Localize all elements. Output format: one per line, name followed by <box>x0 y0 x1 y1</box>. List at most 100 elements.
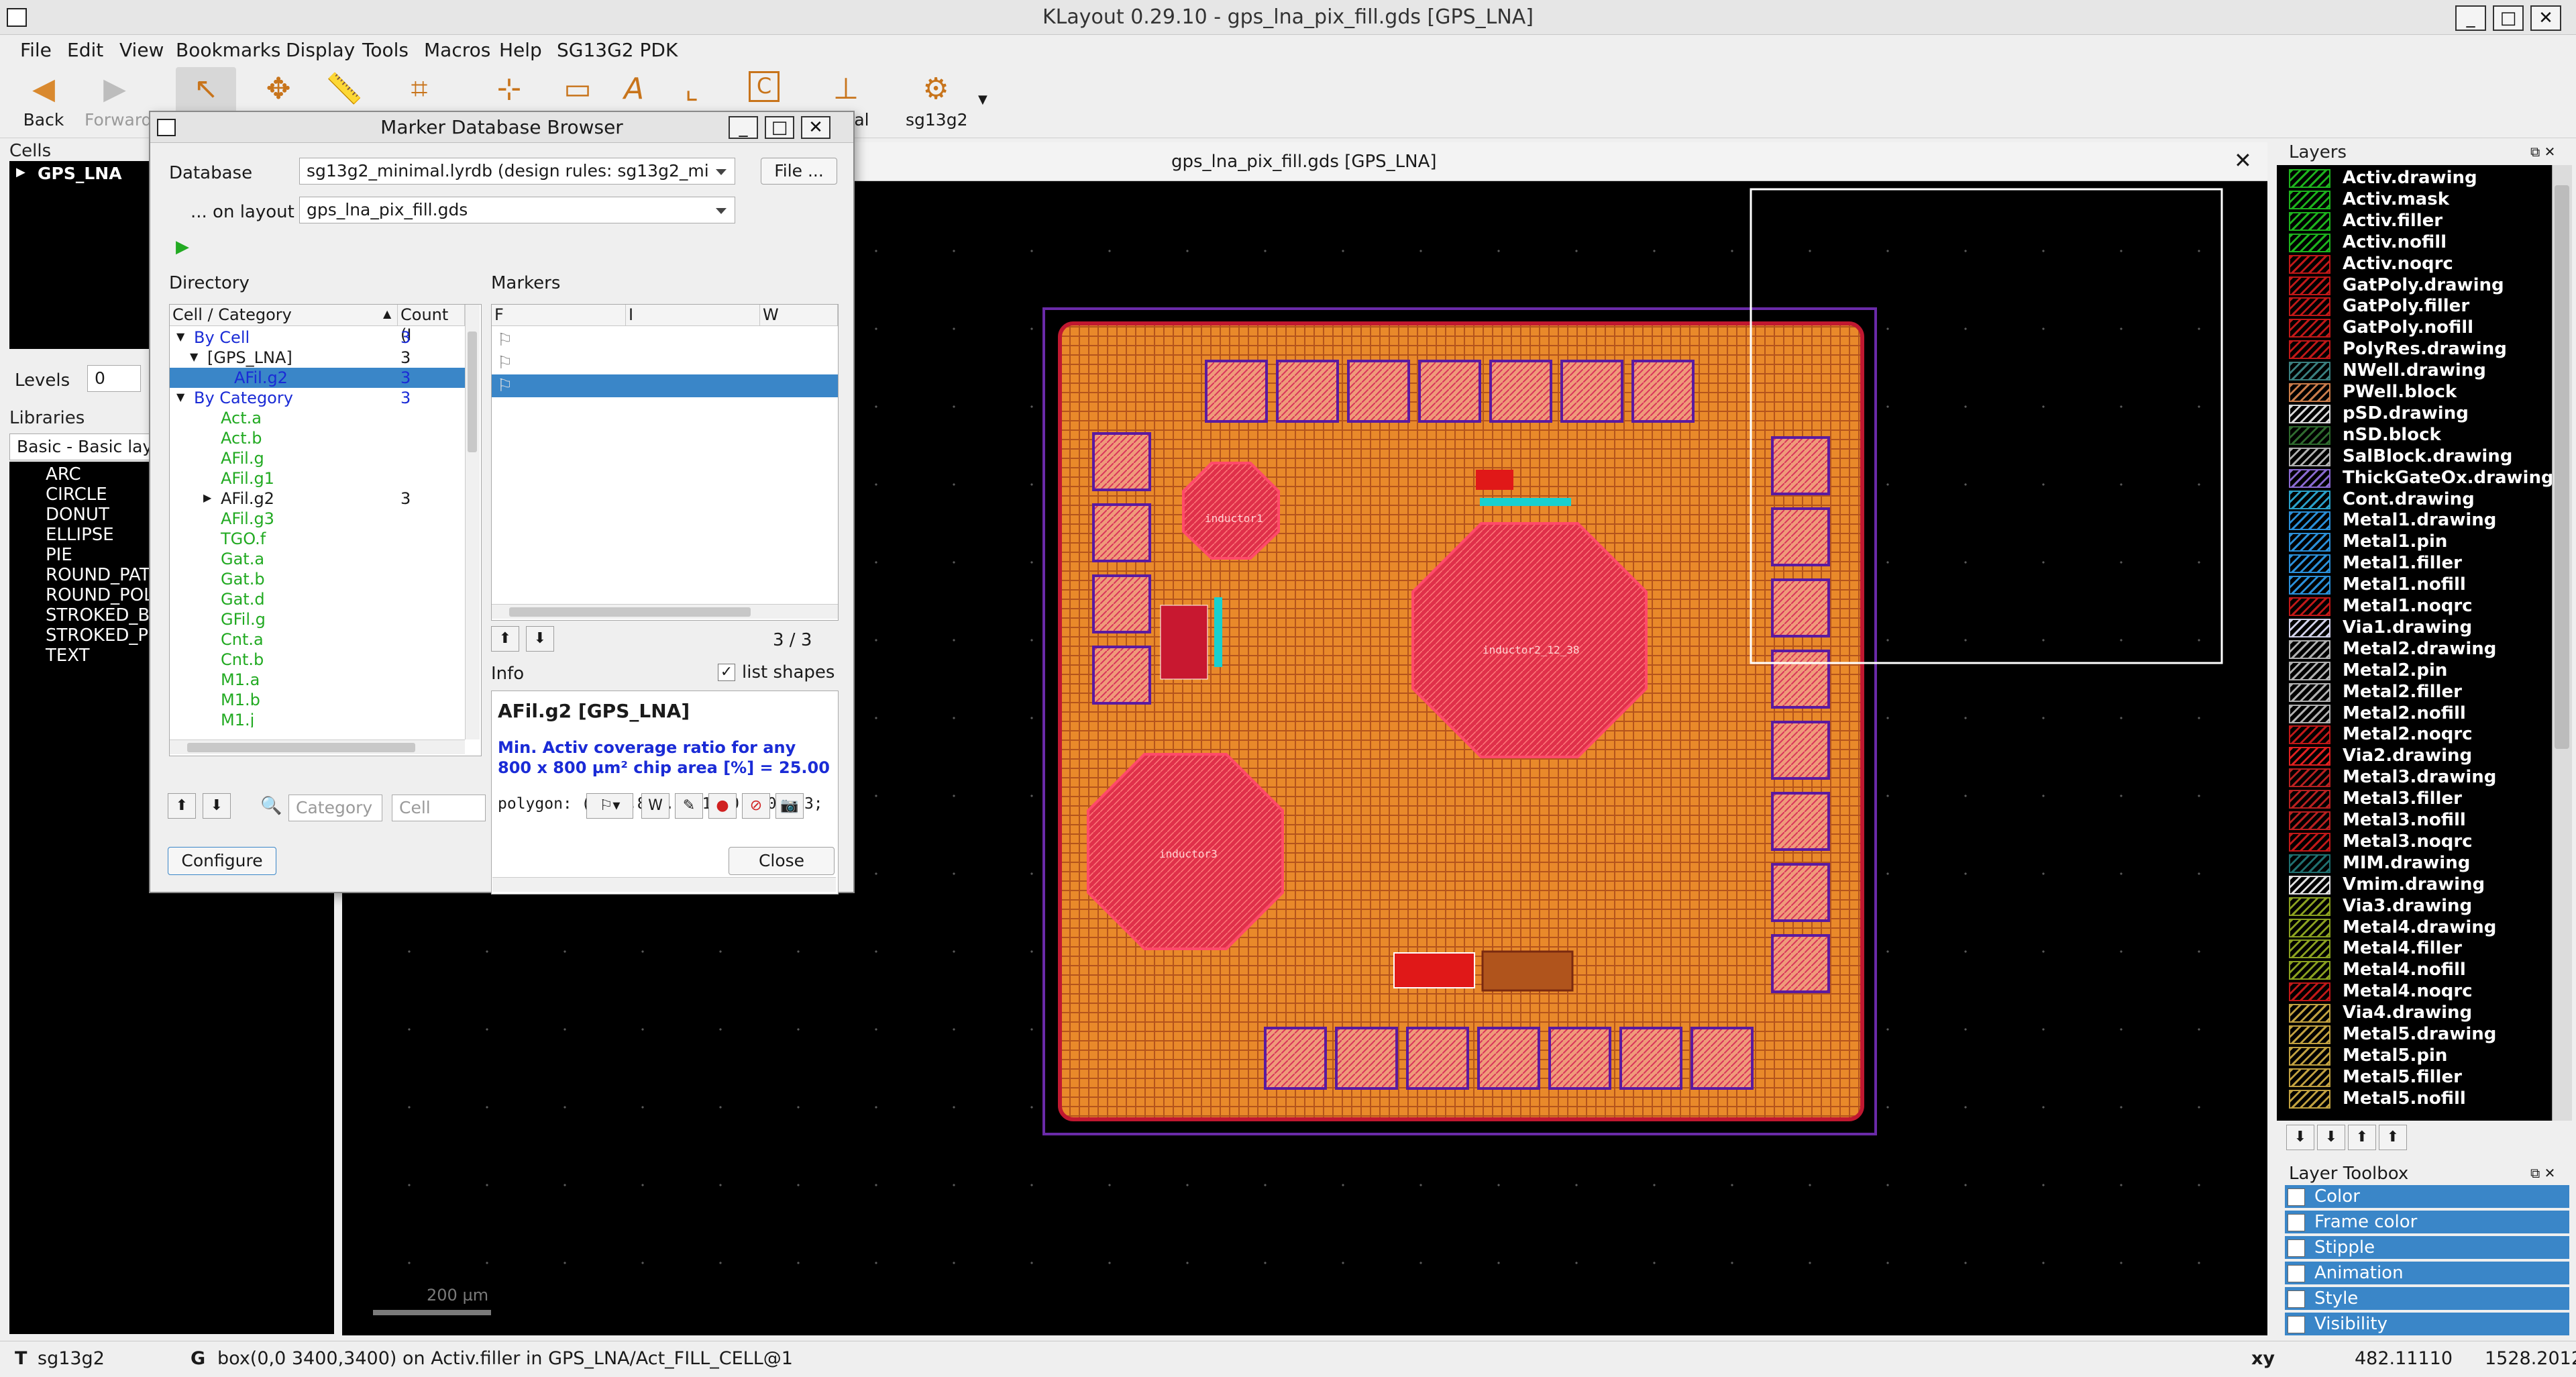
library-cell-item[interactable]: STROKED_PO <box>46 625 162 646</box>
tree-row[interactable]: M1.a <box>170 670 465 690</box>
dialog-maximize-button[interactable]: □ <box>765 116 794 139</box>
close-dialog-button[interactable]: Close <box>729 847 835 875</box>
cell-filter-input[interactable]: Cell <box>392 795 486 821</box>
menu-view[interactable]: View <box>119 39 164 61</box>
marker-row-selected[interactable]: ⚐ <box>492 374 838 397</box>
layer-row[interactable]: Via1.drawing <box>2277 617 2572 639</box>
layer-row[interactable]: Metal4.nofill <box>2277 960 2572 981</box>
markers-list[interactable]: F I W ⚐ ⚐ ⚐ <box>491 304 839 621</box>
toolbox-frame-color[interactable]: Frame color <box>2285 1211 2569 1233</box>
configure-button[interactable]: Configure <box>168 847 276 875</box>
toolbox-visibility[interactable]: Visibility <box>2285 1313 2569 1335</box>
menu-help[interactable]: Help <box>499 39 542 61</box>
flag-menu-icon[interactable]: ⚐▾ <box>586 793 633 819</box>
layer-row[interactable]: Metal5.nofill <box>2277 1088 2572 1110</box>
layer-row[interactable]: Activ.nofill <box>2277 232 2572 254</box>
hide-icon[interactable]: ⊘ <box>742 793 770 819</box>
library-cell-item[interactable]: STROKED_BO <box>46 605 163 625</box>
back-button[interactable]: ◀ Back <box>13 67 74 134</box>
layer-row[interactable]: Metal2.filler <box>2277 682 2572 703</box>
layout-select[interactable]: gps_lna_pix_fill.gds <box>299 197 735 223</box>
tree-row[interactable]: Act.a <box>170 408 465 428</box>
layer-row[interactable]: Activ.noqrc <box>2277 254 2572 275</box>
toolbox-float-icon[interactable]: ⧉ ✕ <box>2530 1165 2555 1181</box>
layer-row[interactable]: Activ.mask <box>2277 189 2572 211</box>
directory-tree[interactable]: Cell / Category ▲ Count (I ▼ By Cell 3 ▼ [GP… <box>169 304 482 756</box>
tree-row[interactable]: M1.j <box>170 710 465 727</box>
layer-row[interactable]: Metal4.filler <box>2277 938 2572 960</box>
marker-row[interactable]: ⚐ <box>492 352 838 374</box>
tree-row[interactable]: ▼ By Cell 3 <box>170 327 465 348</box>
layer-row[interactable]: PolyRes.drawing <box>2277 339 2572 360</box>
tree-row[interactable]: AFil.g <box>170 448 465 468</box>
layer-row[interactable]: Metal2.drawing <box>2277 639 2572 660</box>
expanded-arrow-icon[interactable]: ▼ <box>190 350 198 363</box>
layer-row[interactable]: Metal1.nofill <box>2277 574 2572 596</box>
layer-row[interactable]: Metal3.drawing <box>2277 767 2572 788</box>
library-cell-item[interactable]: ROUND_POLY <box>46 585 162 605</box>
marker-header-flag[interactable]: F <box>492 305 626 326</box>
menu-display[interactable]: Display <box>286 39 355 61</box>
toolbox-style[interactable]: Style <box>2285 1287 2569 1310</box>
tree-row[interactable]: TGO.f <box>170 529 465 549</box>
layer-row[interactable]: Via4.drawing <box>2277 1003 2572 1024</box>
tree-row[interactable]: Cnt.b <box>170 650 465 670</box>
close-button[interactable]: ✕ <box>2530 5 2561 31</box>
library-cell-item[interactable]: ROUND_PATH <box>46 565 163 585</box>
layer-row[interactable]: Metal5.drawing <box>2277 1024 2572 1046</box>
library-cell-item[interactable]: CIRCLE <box>46 484 107 505</box>
run-icon[interactable]: ▶ <box>176 237 189 257</box>
dir-up-icon[interactable]: ⬆ <box>168 793 196 819</box>
marker-header-waived[interactable]: W <box>760 305 838 326</box>
marker-next-icon[interactable]: ⬇ <box>526 626 554 652</box>
expanded-arrow-icon[interactable]: ▼ <box>176 391 184 403</box>
dialog-minimize-button[interactable]: _ <box>729 116 758 139</box>
maximize-button[interactable]: □ <box>2493 5 2524 31</box>
library-cell-item[interactable]: PIE <box>46 545 72 565</box>
layer-row[interactable]: GatPoly.drawing <box>2277 275 2572 297</box>
layer-row[interactable]: Activ.drawing <box>2277 168 2572 189</box>
marker-row[interactable]: ⚐ <box>492 329 838 352</box>
expand-icon[interactable]: ▶ <box>16 165 25 179</box>
layer-row[interactable]: Via3.drawing <box>2277 896 2572 917</box>
menu-file[interactable]: File <box>20 39 52 61</box>
layer-row[interactable]: Metal3.nofill <box>2277 810 2572 831</box>
tree-row[interactable]: AFil.g1 <box>170 468 465 489</box>
forward-button[interactable]: ▶ Forward <box>85 67 152 134</box>
layer-list-scrollbar[interactable] <box>2552 165 2572 1121</box>
layer-row[interactable]: Activ.filler <box>2277 211 2572 232</box>
layer-move-bottom-icon[interactable]: ⬇ <box>2317 1125 2345 1150</box>
layer-row[interactable]: pSD.drawing <box>2277 403 2572 425</box>
tree-row[interactable]: Gat.b <box>170 569 465 589</box>
toolbox-color[interactable]: Color <box>2285 1185 2569 1208</box>
layer-move-top-icon[interactable]: ⬆ <box>2379 1125 2407 1150</box>
dir-down-icon[interactable]: ⬇ <box>203 793 231 819</box>
marker-prev-icon[interactable]: ⬆ <box>491 626 519 652</box>
layer-row[interactable]: Metal3.filler <box>2277 788 2572 810</box>
library-cell-item[interactable]: ARC <box>46 464 81 484</box>
layer-row[interactable]: Metal1.noqrc <box>2277 596 2572 617</box>
database-select[interactable]: sg13g2_minimal.lyrdb (design rules: sg13… <box>299 158 735 185</box>
library-cell-item[interactable]: TEXT <box>46 646 90 666</box>
library-cell-item[interactable]: DONUT <box>46 505 109 525</box>
important-icon[interactable]: ● <box>708 793 737 819</box>
layer-row[interactable]: Via2.drawing <box>2277 746 2572 767</box>
layer-row[interactable]: Metal5.pin <box>2277 1046 2572 1067</box>
layer-row[interactable]: GatPoly.filler <box>2277 296 2572 317</box>
layer-row[interactable]: MIM.drawing <box>2277 853 2572 874</box>
layer-row[interactable]: Cont.drawing <box>2277 489 2572 511</box>
layer-row[interactable]: GatPoly.nofill <box>2277 317 2572 339</box>
dialog-close-button[interactable]: ✕ <box>801 116 830 139</box>
layer-row[interactable]: Metal2.nofill <box>2277 703 2572 725</box>
minimize-button[interactable]: _ <box>2455 5 2486 31</box>
edit-icon[interactable]: ✎ <box>675 793 703 819</box>
dir-vscrollbar[interactable] <box>465 305 480 740</box>
tree-row[interactable]: ▼ [GPS_LNA] 3 <box>170 348 465 368</box>
layer-row[interactable]: Metal2.noqrc <box>2277 724 2572 746</box>
levels-from-input[interactable]: 0 <box>87 365 141 392</box>
list-shapes-checkbox[interactable]: ✓ <box>718 664 735 681</box>
menu-tools[interactable]: Tools <box>362 39 409 61</box>
dir-header-cell[interactable]: Cell / Category <box>170 305 398 326</box>
layer-row[interactable]: Metal1.pin <box>2277 531 2572 553</box>
tree-row[interactable]: Cnt.a <box>170 629 465 650</box>
